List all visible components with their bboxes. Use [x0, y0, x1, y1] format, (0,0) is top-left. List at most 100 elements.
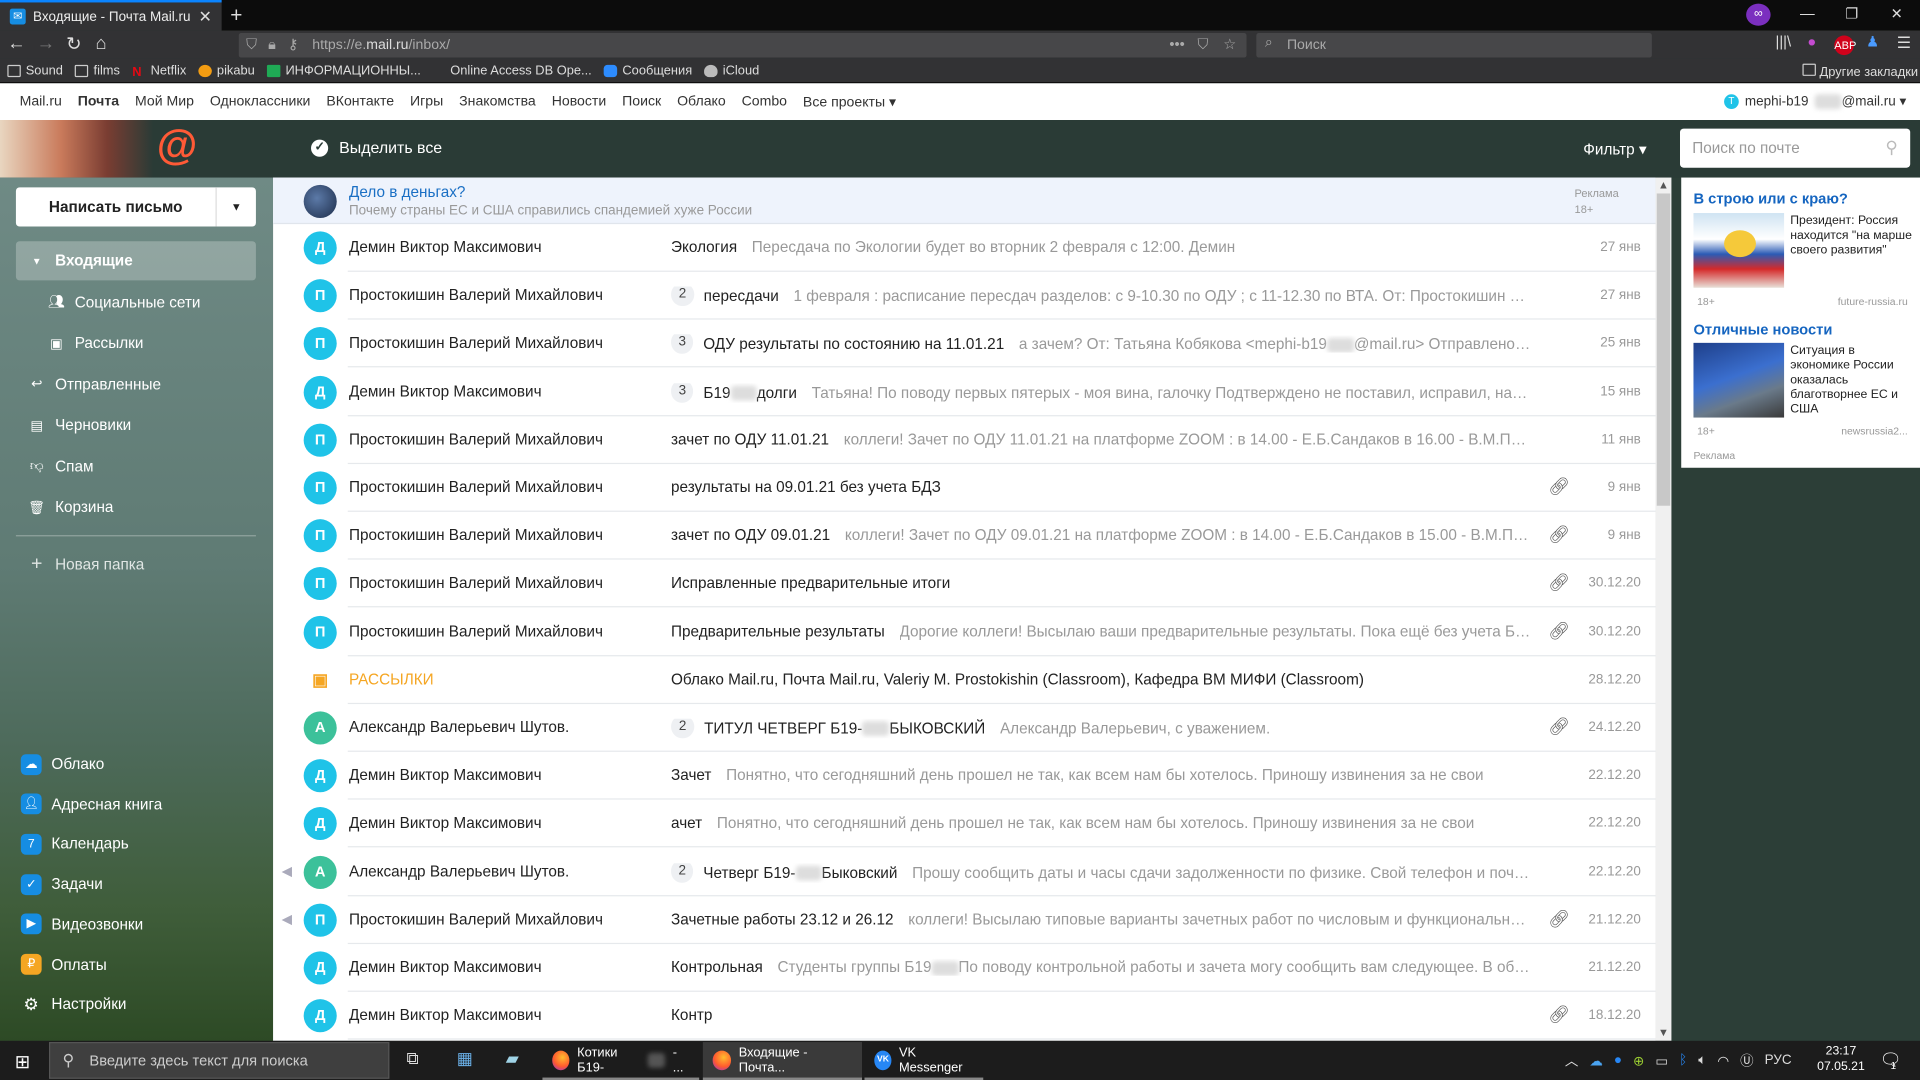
- bookmark-item[interactable]: Sound: [7, 63, 63, 78]
- new-tab-button[interactable]: +: [230, 4, 242, 28]
- icloud-icon[interactable]: ☁: [1589, 1052, 1602, 1069]
- select-all-button[interactable]: ✓ Выделить все: [311, 138, 442, 157]
- language-indicator[interactable]: РУС: [1765, 1053, 1792, 1068]
- sender-name[interactable]: Простокишин Валерий Михайлович: [349, 479, 603, 496]
- sender-name[interactable]: Простокишин Валерий Михайлович: [349, 287, 603, 304]
- email-row[interactable]: П Простокишин Валерий Михайлович зачет по …: [273, 416, 1656, 464]
- sender-name[interactable]: Простокишин Валерий Михайлович: [349, 623, 603, 640]
- app-video-call[interactable]: ▶ Видеозвонки: [20, 910, 266, 939]
- new-folder-button[interactable]: + Новая папка: [16, 545, 256, 584]
- sender-name[interactable]: Демин Виктор Максимович: [349, 383, 542, 400]
- email-row[interactable]: П Простокишин Валерий Михайлович результат…: [273, 464, 1656, 512]
- ad-image[interactable]: [1693, 342, 1785, 418]
- app-settings[interactable]: ⚙ Настройки: [21, 990, 266, 1019]
- taskbar-app-firefox-inbox[interactable]: Входящие - Почта...: [702, 1042, 863, 1080]
- back-arrow-icon[interactable]: ←: [7, 33, 25, 54]
- address-bar[interactable]: ⛉ 🔒︎ ⚷ https://e. mail.ru/inbox/ ••• ⛉ ☆: [238, 33, 1247, 58]
- mail-logo-icon[interactable]: @: [157, 122, 198, 170]
- account-menu[interactable]: T mephi-b19 @mail.ru ▾: [1724, 93, 1906, 109]
- sender-name[interactable]: Простокишин Валерий Михайлович: [349, 431, 603, 448]
- sender-name[interactable]: Демин Виктор Максимович: [349, 239, 542, 256]
- portal-link[interactable]: Поиск: [622, 94, 661, 109]
- plus-app-icon[interactable]: ⊕: [1633, 1052, 1644, 1069]
- scroll-down-icon[interactable]: ▼: [1656, 1026, 1672, 1038]
- sender-name[interactable]: Александр Валерьевич Шутов.: [349, 719, 569, 736]
- close-window-button[interactable]: ✕: [1891, 5, 1903, 22]
- paperclip-icon[interactable]: 🔗︎: [1548, 476, 1570, 497]
- chevron-up-icon[interactable]: ︿: [1565, 1051, 1578, 1071]
- scroll-up-icon[interactable]: ▲: [1656, 179, 1672, 191]
- folder-newsletter[interactable]: ▣ Рассылки: [16, 323, 256, 362]
- portal-link[interactable]: Одноклассники: [210, 94, 311, 109]
- app-contacts[interactable]: 👤︎ Адресная книга: [20, 789, 266, 818]
- sender-name[interactable]: Александр Валерьевич Шутов.: [349, 863, 569, 880]
- folder-reply[interactable]: ↩ Отправленные: [16, 364, 256, 403]
- adblock-icon[interactable]: ABP: [1834, 35, 1856, 56]
- sender-name[interactable]: Простокишин Валерий Михайлович: [349, 335, 603, 352]
- folder-thumbs-down[interactable]: 👎︎ Спам: [16, 446, 256, 485]
- taskbar-app-vk[interactable]: VK VK Messenger: [864, 1042, 984, 1080]
- paperclip-icon[interactable]: 🔗︎: [1548, 1004, 1570, 1025]
- search-icon[interactable]: ⚲: [1885, 137, 1898, 158]
- other-bookmarks[interactable]: Другие закладки: [1802, 63, 1918, 80]
- email-row[interactable]: ▣ РАССЫЛКИ Облако Mail.ru, Почта Mail.ru, …: [273, 656, 1656, 704]
- portal-link[interactable]: Почта: [78, 94, 119, 109]
- task-view-icon[interactable]: ⧉: [407, 1048, 419, 1069]
- home-icon[interactable]: ⌂: [96, 33, 107, 54]
- browser-search-input[interactable]: ⌕ Поиск: [1256, 33, 1652, 58]
- email-row[interactable]: А Александр Валерьевич Шутов. 2 ТИТУЛ ЧЕТВЕ…: [273, 704, 1656, 752]
- taskbar-app-firefox-kotiki[interactable]: Котики Б19- - ...: [542, 1042, 700, 1080]
- portal-link[interactable]: Игры: [410, 94, 443, 109]
- bluetooth-icon[interactable]: ᛒ: [1679, 1053, 1687, 1068]
- email-row[interactable]: Д Демин Виктор Максимович Контрольная Студе…: [273, 944, 1656, 992]
- portal-link[interactable]: ВКонтакте: [326, 94, 394, 109]
- browser-tab-active[interactable]: ✉ Входящие - Почта Mail.ru ✕: [0, 0, 222, 31]
- vk-tray-icon[interactable]: ●: [1614, 1053, 1622, 1068]
- menu-icon[interactable]: ☰: [1897, 33, 1911, 53]
- ad-headline[interactable]: Отличные новости: [1693, 321, 1832, 338]
- portal-link[interactable]: Новости: [552, 94, 607, 109]
- sender-name[interactable]: Демин Виктор Максимович: [349, 815, 542, 832]
- account-extension-icon[interactable]: ♟: [1866, 33, 1879, 50]
- folder-people[interactable]: 👥︎ Социальные сети: [16, 282, 256, 321]
- paperclip-icon[interactable]: 🔗︎: [1548, 620, 1570, 641]
- notifications-icon[interactable]: 🗨︎ 1: [1880, 1049, 1902, 1071]
- email-row[interactable]: П Простокишин Валерий Михайлович 3 ОДУ резу…: [273, 320, 1656, 368]
- bookmark-item[interactable]: films: [75, 63, 120, 78]
- pocket-icon[interactable]: ⛉: [1198, 36, 1209, 54]
- ad-text[interactable]: Ситуация в экономике России оказалась бл…: [1790, 344, 1912, 417]
- ad-text[interactable]: Президент: Россия находится "на марше св…: [1790, 214, 1912, 258]
- folder-document[interactable]: ▤ Черновики: [16, 405, 256, 444]
- app-payments[interactable]: ₽ Оплаты: [20, 950, 266, 979]
- app-cloud[interactable]: ☁ Облако: [20, 749, 266, 778]
- sender-name[interactable]: Простокишин Валерий Михайлович: [349, 575, 603, 592]
- portal-link[interactable]: Mail.ru: [20, 94, 62, 109]
- folder-trash[interactable]: 🗑︎ Корзина: [16, 487, 256, 526]
- ad-image[interactable]: [1693, 213, 1785, 288]
- bookmark-item[interactable]: Сообщения: [604, 63, 692, 78]
- wifi-icon[interactable]: ◠: [1717, 1052, 1729, 1069]
- portal-link[interactable]: Мой Мир: [135, 94, 194, 109]
- extension-icon[interactable]: ●: [1807, 33, 1816, 50]
- restore-button[interactable]: ❐: [1845, 5, 1858, 22]
- sender-name[interactable]: РАССЫЛКИ: [349, 671, 434, 688]
- battery-icon[interactable]: ▭: [1655, 1052, 1668, 1069]
- bookmark-item[interactable]: N Netflix: [132, 63, 186, 79]
- app-calendar[interactable]: 7 Календарь: [20, 829, 266, 858]
- notepad-icon[interactable]: ▰: [506, 1048, 519, 1069]
- mail-search-input[interactable]: Поиск по почте ⚲: [1680, 128, 1911, 168]
- sender-name[interactable]: Демин Виктор Максимович: [349, 1007, 542, 1024]
- email-row[interactable]: Д Демин Виктор Максимович ачет Понятно, что…: [273, 800, 1656, 848]
- email-row[interactable]: Д Демин Виктор Максимович 3 Б19 долги Татьяна…: [273, 368, 1656, 416]
- email-row[interactable]: Д Демин Виктор Максимович Контр 🔗︎ 18.12.20: [273, 992, 1656, 1040]
- calculator-icon[interactable]: ▦: [457, 1048, 473, 1069]
- compose-dropdown-icon[interactable]: ▼: [217, 187, 256, 226]
- email-row[interactable]: ◀ П Простокишин Валерий Михайлович Зачетные…: [273, 896, 1656, 944]
- bookmark-item[interactable]: ИНФОРМАЦИОННЫ...: [267, 63, 421, 78]
- email-row[interactable]: П Простокишин Валерий Михайлович Исправлен…: [273, 560, 1656, 608]
- ad-row[interactable]: Дело в деньгах? Почему страны ЕС и США с…: [273, 177, 1656, 225]
- more-dots-icon[interactable]: •••: [1169, 36, 1184, 53]
- bookmark-item[interactable]: pikabu: [198, 63, 255, 78]
- forward-arrow-icon[interactable]: →: [37, 33, 55, 54]
- email-row[interactable]: Д Демин Виктор Максимович Экология Пересдач…: [273, 224, 1656, 272]
